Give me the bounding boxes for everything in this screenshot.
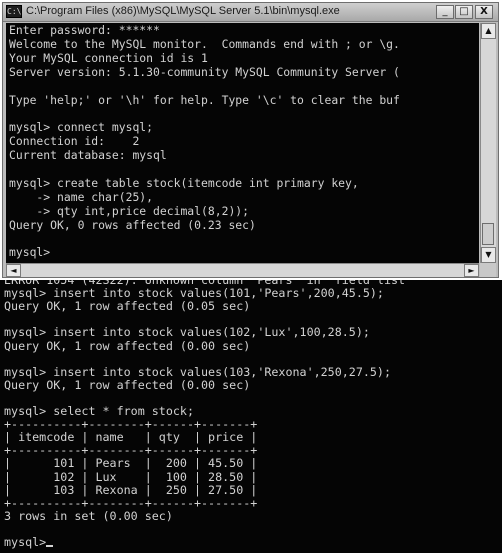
console-line: mysql> bbox=[4, 536, 54, 549]
title-bar[interactable]: C:\ C:\Program Files (x86)\MySQL\MySQL S… bbox=[3, 3, 498, 22]
console-output[interactable]: Enter password: ****** Welcome to the MyS… bbox=[6, 23, 479, 263]
console-line: Type 'help;' or '\h' for help. Type '\c'… bbox=[9, 92, 400, 107]
console-line: -> qty int,price decimal(8,2)); bbox=[9, 203, 250, 218]
console-line: mysql> insert into stock values(101,'Pea… bbox=[4, 286, 384, 301]
console-line: Connection id: 2 bbox=[9, 134, 140, 149]
scroll-thumb[interactable] bbox=[482, 223, 494, 245]
console-line: Welcome to the MySQL monitor. Commands e… bbox=[9, 36, 400, 51]
console-line: | 103 | Rexona | 250 | 27.50 | bbox=[4, 482, 258, 497]
console-line: mysql> insert into stock values(102,'Lux… bbox=[4, 325, 370, 340]
console-line: | itemcode | name | qty | price | bbox=[4, 430, 258, 445]
resize-grip-icon[interactable] bbox=[480, 263, 496, 277]
text-cursor bbox=[46, 545, 54, 547]
console-line: +----------+--------+------+-------+ bbox=[4, 443, 258, 458]
console-line: 3 rows in set (0.00 sec) bbox=[4, 508, 173, 523]
maximize-button[interactable]: □ bbox=[455, 5, 473, 19]
console-line: Enter password: ****** bbox=[9, 23, 160, 37]
horizontal-scrollbar[interactable]: ◄ ► bbox=[6, 263, 479, 277]
scroll-left-icon[interactable]: ◄ bbox=[6, 264, 21, 277]
console-line: Current database: mysql bbox=[9, 148, 167, 163]
cmd-window-icon[interactable]: C:\ bbox=[6, 5, 22, 18]
console-line: mysql> select * from stock; bbox=[4, 404, 194, 418]
console-line: Query OK, 1 row affected (0.00 sec) bbox=[4, 338, 251, 353]
console-line: mysql> connect mysql; bbox=[9, 120, 154, 135]
mysql-console-window: C:\ C:\Program Files (x86)\MySQL\MySQL S… bbox=[2, 2, 499, 278]
console-line: Server version: 5.1.30-community MySQL C… bbox=[9, 64, 400, 79]
console-line: | 101 | Pears | 200 | 45.50 | bbox=[4, 456, 258, 471]
scroll-up-icon[interactable]: ▲ bbox=[481, 23, 496, 39]
console-line: Query OK, 1 row affected (0.00 sec) bbox=[4, 377, 251, 392]
console-line: mysql> create table stock(itemcode int p… bbox=[9, 175, 359, 190]
console-line: +----------+--------+------+-------+ bbox=[4, 495, 258, 510]
vertical-scrollbar[interactable]: ▲ ▼ bbox=[480, 23, 496, 263]
close-button[interactable]: X bbox=[475, 5, 493, 19]
minimize-button[interactable]: _ bbox=[436, 5, 454, 19]
console-line: +----------+--------+------+-------+ bbox=[4, 417, 258, 432]
console-output-continued[interactable]: ERROR 1054 (42S22): Unknown column 'Pear… bbox=[0, 280, 502, 553]
window-title: C:\Program Files (x86)\MySQL\MySQL Serve… bbox=[26, 5, 340, 17]
console-line: mysql> insert into stock values(103,'Rex… bbox=[4, 364, 392, 379]
console-line: mysql> bbox=[9, 245, 51, 260]
scroll-right-icon[interactable]: ► bbox=[464, 264, 479, 277]
console-line: -> name char(25), bbox=[9, 189, 154, 204]
scroll-down-icon[interactable]: ▼ bbox=[481, 247, 496, 263]
console-line: Query OK, 0 rows affected (0.23 sec) bbox=[9, 217, 256, 232]
console-line: | 102 | Lux | 100 | 28.50 | bbox=[4, 469, 258, 484]
console-line: Query OK, 1 row affected (0.05 sec) bbox=[4, 299, 251, 314]
console-line: Your MySQL connection id is 1 bbox=[9, 50, 208, 65]
